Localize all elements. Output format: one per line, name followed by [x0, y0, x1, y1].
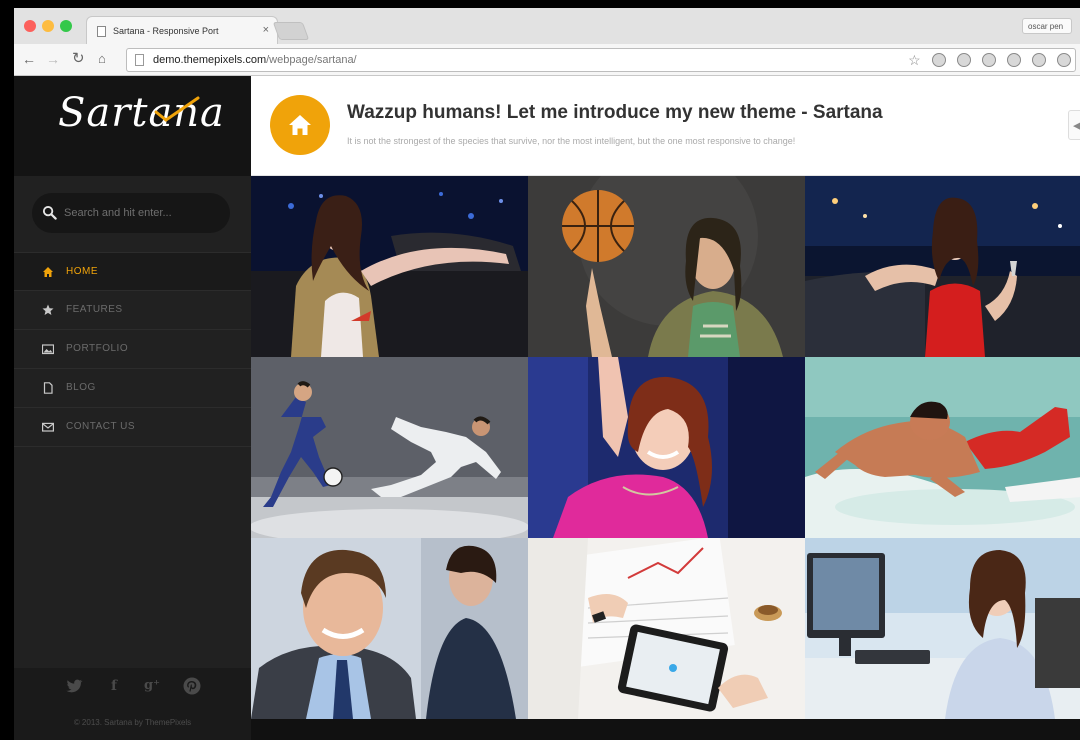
maximize-window-button[interactable]: [60, 20, 72, 32]
portfolio-item-woman-at-computer[interactable]: [805, 538, 1080, 719]
portfolio-image: [805, 357, 1080, 538]
address-bar[interactable]: demo.themepixels.com/webpage/sartana/ ☆: [126, 48, 1076, 72]
close-window-button[interactable]: [24, 20, 36, 32]
new-tab-button[interactable]: [272, 22, 310, 40]
page-subtitle: It is not the strongest of the species t…: [347, 136, 796, 146]
document-icon: [43, 382, 53, 394]
nav-item-blog[interactable]: BLOG: [14, 369, 251, 408]
extension-icon[interactable]: [1057, 53, 1071, 67]
chevron-left-icon: ◀: [1073, 120, 1080, 132]
portfolio-grid: [251, 176, 1080, 740]
forward-icon[interactable]: →: [46, 51, 60, 67]
nav-item-contact-us[interactable]: CONTACT US: [14, 408, 251, 447]
pinterest-icon[interactable]: [182, 676, 202, 696]
header-prev-button[interactable]: ◀: [1068, 110, 1080, 140]
extension-icon[interactable]: [931, 53, 946, 67]
twitter-icon[interactable]: [64, 676, 84, 696]
reload-icon[interactable]: ↻: [72, 51, 85, 67]
page-header: Wazzup humans! Let me introduce my new t…: [251, 76, 1080, 176]
portfolio-item-man-swimming-board[interactable]: [805, 357, 1080, 538]
nav-label: BLOG: [66, 382, 96, 393]
search-input[interactable]: [64, 203, 224, 223]
portfolio-item-smiling-businessman[interactable]: [251, 538, 528, 719]
browser-toolbar: ← → ↻ ⌂ demo.themepixels.com/webpage/sar…: [14, 44, 1080, 76]
search-box: [32, 193, 230, 233]
minimize-window-button[interactable]: [42, 20, 54, 32]
nav-label: CONTACT US: [66, 421, 136, 432]
nav-item-home[interactable]: HOME: [14, 252, 251, 291]
browser-window: Sartana - Responsive Port × oscar pen ← …: [14, 8, 1080, 740]
logo-checkmark-icon: [154, 96, 200, 122]
portfolio-image: [251, 357, 528, 538]
page-icon: [135, 54, 144, 66]
home-icon: [43, 267, 53, 277]
extension-icons: ☆: [908, 53, 1071, 67]
page-title: Wazzup humans! Let me introduce my new t…: [347, 102, 883, 123]
bookmark-star-icon[interactable]: ☆: [908, 53, 921, 67]
sidebar-footer: f g⁺ © 2013. Sartana by ThemePixels: [14, 668, 251, 740]
portfolio-image: [528, 357, 805, 538]
url-host: demo.themepixels.com: [153, 54, 267, 66]
star-icon: [42, 304, 54, 315]
portfolio-image: [528, 176, 805, 357]
browser-home-icon[interactable]: ⌂: [98, 51, 106, 67]
back-icon[interactable]: ←: [22, 51, 36, 67]
google-plus-icon[interactable]: g⁺: [142, 676, 162, 696]
nav-item-portfolio[interactable]: PORTFOLIO: [14, 330, 251, 369]
portfolio-item-woman-red-dress[interactable]: [805, 176, 1080, 357]
tab-bar: Sartana - Responsive Port × oscar pen: [14, 8, 1080, 44]
picture-icon: [42, 344, 54, 355]
facebook-icon[interactable]: f: [104, 676, 124, 696]
portfolio-image: [251, 176, 528, 357]
portfolio-item-woman-red-drink[interactable]: [251, 176, 528, 357]
shield-icon[interactable]: [1006, 53, 1021, 67]
portfolio-image: [528, 538, 805, 719]
extension-icon[interactable]: [956, 53, 971, 67]
home-icon: [289, 115, 311, 135]
nav-label: FEATURES: [66, 304, 123, 315]
copyright: © 2013. Sartana by ThemePixels: [73, 718, 192, 727]
search-icon: [42, 205, 57, 220]
main-nav: HOME FEATURES PORTFOLIO BLOG CONTACT US: [14, 252, 251, 447]
portfolio-item-smiling-woman-pink[interactable]: [528, 357, 805, 538]
portfolio-item-tablet-charts-desk[interactable]: [528, 538, 805, 719]
home-badge[interactable]: [270, 95, 330, 155]
nav-label: HOME: [66, 266, 98, 277]
portfolio-image: [251, 538, 528, 719]
web-page: Sartana HOME FEATURES: [14, 76, 1080, 740]
sidebar: Sartana HOME FEATURES: [14, 76, 251, 740]
extension-icon[interactable]: [981, 53, 996, 67]
profile-button[interactable]: oscar pen: [1022, 18, 1072, 34]
url-path: /webpage/sartana/: [266, 54, 357, 66]
portfolio-item-man-spinning-basketball[interactable]: [528, 176, 805, 357]
page-icon: [97, 26, 106, 37]
browser-tab[interactable]: Sartana - Responsive Port ×: [86, 16, 278, 44]
nav-item-features[interactable]: FEATURES: [14, 291, 251, 330]
nav-label: PORTFOLIO: [66, 343, 129, 354]
envelope-icon: [42, 422, 54, 432]
logo-area[interactable]: Sartana: [14, 76, 251, 176]
tab-title: Sartana - Responsive Port: [113, 26, 219, 36]
extension-icon[interactable]: [1031, 53, 1046, 67]
portfolio-image: [805, 538, 1080, 719]
portfolio-image: [805, 176, 1080, 357]
tab-close-icon[interactable]: ×: [263, 24, 269, 36]
portfolio-item-soccer-players[interactable]: [251, 357, 528, 538]
